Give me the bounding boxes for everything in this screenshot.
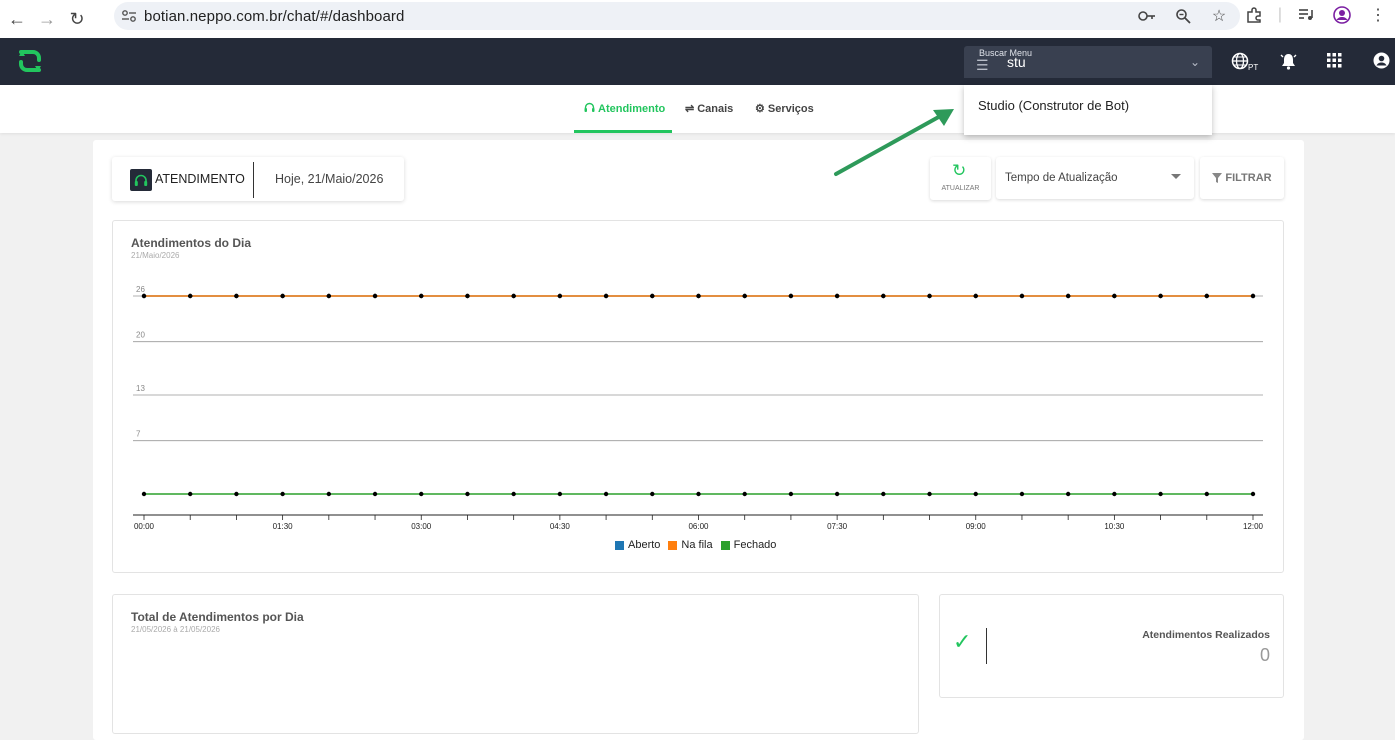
address-bar[interactable]: botian.neppo.com.br/chat/#/dashboard ☆ [114, 2, 1240, 30]
reload-icon[interactable]: ↻ [62, 4, 92, 34]
legend-swatch [615, 540, 624, 550]
language-code: PT [1248, 63, 1259, 72]
legend-label: Na fila [681, 539, 713, 551]
forward-icon[interactable]: → [32, 4, 62, 34]
divider [986, 628, 987, 664]
legend-item-fechado[interactable]: Fechado [720, 539, 777, 551]
notifications-icon[interactable] [1280, 52, 1297, 75]
legend-item-na-fila[interactable]: Na fila [668, 539, 713, 551]
tab-label: Canais [697, 102, 734, 115]
active-tab-indicator [574, 130, 672, 133]
legend-swatch [668, 540, 678, 550]
legend-label: Fechado [733, 539, 777, 551]
refresh-interval-placeholder: Tempo de Atualização [1005, 172, 1118, 184]
annotation-arrow [834, 109, 954, 176]
chart-panel [112, 220, 1284, 573]
legend-item-aberto[interactable]: Aberto [615, 539, 660, 551]
app-logo[interactable] [15, 46, 45, 76]
menu-search-field[interactable]: Buscar Menu ☰ stu ⌄ [964, 46, 1212, 78]
caret-down-icon [1171, 174, 1181, 179]
completed-value: 0 [1259, 645, 1270, 665]
date-label: Hoje, 21/Maio/2026 [275, 172, 384, 186]
hamburger-icon: ☰ [976, 57, 989, 73]
shuffle-icon: ⇌ [685, 103, 695, 115]
total-title: Total de Atendimentos por Dia [131, 610, 304, 624]
dropdown-item-studio[interactable]: Studio (Construtor de Bot) [978, 98, 1129, 113]
chart-title: Atendimentos do Dia [131, 236, 252, 250]
headset-icon [130, 169, 152, 191]
chrome-menu-icon[interactable]: ⋮ [1367, 4, 1389, 26]
profile-icon[interactable] [1331, 4, 1353, 26]
filter-button[interactable]: FILTRAR [1200, 157, 1284, 199]
menu-search-input[interactable]: stu [1007, 54, 1026, 70]
chart-subtitle: 21/Maio/2026 [131, 251, 180, 260]
url-text[interactable]: botian.neppo.com.br/chat/#/dashboard [144, 8, 404, 25]
extensions-icon[interactable] [1243, 4, 1265, 26]
app-header: Buscar Menu ☰ stu ⌄ PT [0, 38, 1395, 85]
section-label: ATENDIMENTO [155, 172, 245, 186]
site-settings-icon[interactable] [114, 9, 144, 23]
filter-icon [1212, 173, 1223, 183]
divider: | [1277, 6, 1283, 23]
tab-servicos[interactable]: ⚙ Serviços [755, 102, 814, 116]
chart-legend: Aberto Na fila Fechado [615, 539, 776, 551]
refresh-interval-select[interactable]: Tempo de Atualização [996, 157, 1194, 199]
chevron-down-icon[interactable]: ⌄ [1190, 55, 1200, 69]
bookmark-star-icon[interactable]: ☆ [1208, 5, 1230, 27]
menu-search-dropdown: Studio (Construtor de Bot) [964, 85, 1212, 135]
language-button[interactable]: PT [1231, 52, 1258, 75]
section-header: ATENDIMENTO Hoje, 21/Maio/2026 [112, 157, 404, 201]
key-icon[interactable] [1136, 5, 1158, 27]
browser-toolbar: ← → ↻ botian.neppo.com.br/chat/#/dashboa… [0, 0, 1395, 38]
completed-panel: ✓ Atendimentos Realizados 0 [939, 594, 1284, 698]
tab-label: Atendimento [598, 103, 666, 115]
headset-icon [584, 102, 595, 116]
filter-label: FILTRAR [1225, 172, 1272, 184]
total-subtitle: 21/05/2026 à 21/05/2026 [131, 625, 220, 634]
gears-icon: ⚙ [755, 103, 765, 115]
tab-atendimento[interactable]: Atendimento [584, 102, 665, 116]
zoom-icon[interactable] [1172, 5, 1194, 27]
divider [253, 162, 254, 198]
check-icon: ✓ [953, 629, 972, 654]
completed-label: Atendimentos Realizados [1142, 629, 1270, 641]
back-icon[interactable]: ← [2, 4, 32, 34]
globe-icon [1231, 52, 1249, 70]
legend-swatch [720, 540, 730, 550]
legend-label: Aberto [628, 539, 661, 551]
tab-canais[interactable]: ⇌ Canais [685, 102, 734, 116]
tab-label: Serviços [767, 102, 814, 115]
apps-grid-icon[interactable] [1327, 53, 1342, 73]
account-icon[interactable] [1373, 52, 1390, 74]
media-controls-icon[interactable] [1295, 4, 1317, 26]
